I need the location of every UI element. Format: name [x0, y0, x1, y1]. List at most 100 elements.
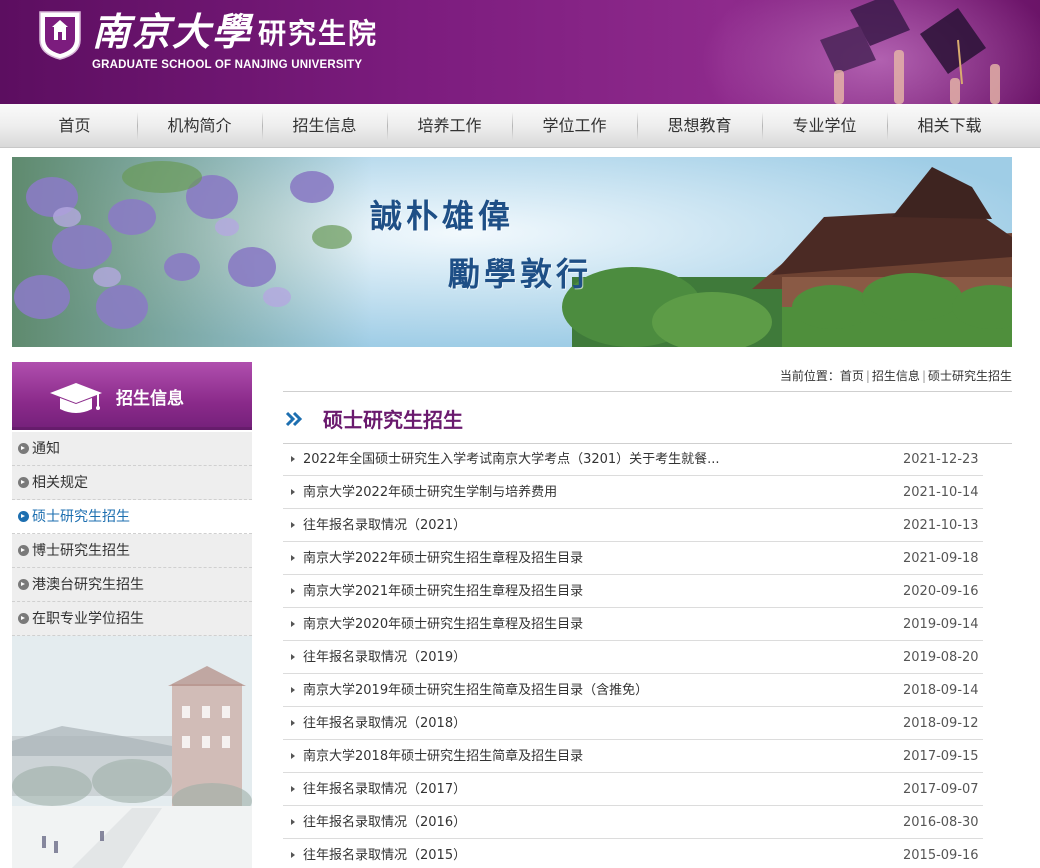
list-item[interactable]: 往年报名录取情况（2015） 2015-09-16: [283, 839, 983, 868]
section-header: 硕士研究生招生: [283, 400, 1012, 444]
university-seal-icon[interactable]: [38, 10, 82, 60]
news-date: 2017-09-07: [903, 782, 979, 797]
breadcrumb-separator: |: [865, 369, 870, 383]
list-item[interactable]: 2022年全国硕士研究生入学考试南京大学考点（3201）关于考生就餐... 202…: [283, 443, 983, 476]
breadcrumb-current[interactable]: 硕士研究生招生: [928, 369, 1012, 383]
sidebar-campus-photo: [12, 636, 252, 868]
nav-item-degree[interactable]: 学位工作: [512, 104, 637, 148]
nav-item-ideology[interactable]: 思想教育: [637, 104, 762, 148]
news-title[interactable]: 往年报名录取情况（2017）: [303, 773, 466, 806]
news-date: 2021-12-23: [903, 452, 979, 467]
triangle-bullet-icon: [291, 621, 295, 627]
nav-item-about[interactable]: 机构简介: [137, 104, 262, 148]
news-date: 2020-09-16: [903, 584, 979, 599]
sidebar-item-hk-macao-taiwan[interactable]: 港澳台研究生招生: [12, 568, 252, 602]
news-title[interactable]: 南京大学2021年硕士研究生招生章程及招生目录: [303, 575, 583, 608]
sidebar-item-regulations[interactable]: 相关规定: [12, 466, 252, 500]
news-date: 2017-09-15: [903, 749, 979, 764]
list-item[interactable]: 往年报名录取情况（2016） 2016-08-30: [283, 806, 983, 839]
triangle-bullet-icon: [291, 654, 295, 660]
nav-item-training[interactable]: 培养工作: [387, 104, 512, 148]
arrow-bullet-icon: [18, 511, 29, 522]
news-list: 2022年全国硕士研究生入学考试南京大学考点（3201）关于考生就餐... 202…: [283, 443, 983, 868]
nav-item-admissions[interactable]: 招生信息: [262, 104, 387, 148]
main-nav: 首页 机构简介 招生信息 培养工作 学位工作 思想教育 专业学位 相关下载: [0, 104, 1040, 148]
breadcrumb-home[interactable]: 首页: [840, 369, 864, 383]
triangle-bullet-icon: [291, 720, 295, 726]
nav-item-downloads[interactable]: 相关下载: [887, 104, 1012, 148]
list-item[interactable]: 南京大学2018年硕士研究生招生简章及招生目录 2017-09-15: [283, 740, 983, 773]
arrow-bullet-icon: [18, 579, 29, 590]
list-item[interactable]: 南京大学2019年硕士研究生招生简章及招生目录（含推免） 2018-09-14: [283, 674, 983, 707]
sidebar-item-masters[interactable]: 硕士研究生招生: [12, 500, 252, 534]
breadcrumb: 当前位置：首页 | 招生信息 | 硕士研究生招生: [283, 366, 1012, 392]
sidebar-header: 招生信息: [12, 362, 252, 430]
triangle-bullet-icon: [291, 555, 295, 561]
news-title[interactable]: 2022年全国硕士研究生入学考试南京大学考点（3201）关于考生就餐...: [303, 443, 720, 476]
news-title[interactable]: 南京大学2019年硕士研究生招生简章及招生目录（含推免）: [303, 674, 648, 707]
list-item[interactable]: 南京大学2022年硕士研究生招生章程及招生目录 2021-09-18: [283, 542, 983, 575]
sidebar-item-label: 相关规定: [32, 475, 88, 491]
triangle-bullet-icon: [291, 522, 295, 528]
double-chevron-right-icon: [285, 411, 303, 427]
banner-motto-line1: 誠朴雄偉: [370, 197, 515, 235]
news-date: 2021-09-18: [903, 551, 979, 566]
news-date: 2019-08-20: [903, 650, 979, 665]
sidebar-item-notices[interactable]: 通知: [12, 432, 252, 466]
sidebar-item-label: 通知: [32, 441, 60, 457]
graduation-cap-icon: [50, 383, 102, 413]
news-date: 2018-09-12: [903, 716, 979, 731]
sidebar-item-doctoral[interactable]: 博士研究生招生: [12, 534, 252, 568]
list-item[interactable]: 往年报名录取情况（2017） 2017-09-07: [283, 773, 983, 806]
news-title[interactable]: 往年报名录取情况（2018）: [303, 707, 466, 740]
news-title[interactable]: 往年报名录取情况（2021）: [303, 509, 466, 542]
news-title[interactable]: 往年报名录取情况（2016）: [303, 806, 466, 839]
snow-campus-scene: [12, 636, 252, 868]
breadcrumb-admissions[interactable]: 招生信息: [872, 369, 920, 383]
sidebar-item-part-time[interactable]: 在职专业学位招生: [12, 602, 252, 636]
sidebar-title: 招生信息: [116, 389, 184, 409]
news-date: 2019-09-14: [903, 617, 979, 632]
list-item[interactable]: 南京大学2022年硕士研究生学制与培养费用 2021-10-14: [283, 476, 983, 509]
breadcrumb-separator: |: [921, 369, 926, 383]
news-title[interactable]: 南京大学2022年硕士研究生招生章程及招生目录: [303, 542, 583, 575]
nav-item-home[interactable]: 首页: [12, 104, 137, 148]
list-item[interactable]: 南京大学2021年硕士研究生招生章程及招生目录 2020-09-16: [283, 575, 983, 608]
triangle-bullet-icon: [291, 687, 295, 693]
arrow-bullet-icon: [18, 443, 29, 454]
university-name-cn: 南京大學: [92, 9, 253, 54]
news-title[interactable]: 往年报名录取情况（2015）: [303, 839, 466, 868]
list-item[interactable]: 往年报名录取情况（2021） 2021-10-13: [283, 509, 983, 542]
news-title[interactable]: 往年报名录取情况（2019）: [303, 641, 466, 674]
news-date: 2018-09-14: [903, 683, 979, 698]
sidebar-item-label: 港澳台研究生招生: [32, 577, 144, 593]
campus-banner: 誠朴雄偉 勵學敦行: [12, 157, 1012, 347]
list-item[interactable]: 南京大学2020年硕士研究生招生章程及招生目录 2019-09-14: [283, 608, 983, 641]
nav-bar: 首页 机构简介 招生信息 培养工作 学位工作 思想教育 专业学位 相关下载: [12, 104, 1012, 148]
arrow-bullet-icon: [18, 545, 29, 556]
triangle-bullet-icon: [291, 753, 295, 759]
news-title[interactable]: 南京大学2020年硕士研究生招生章程及招生目录: [303, 608, 583, 641]
triangle-bullet-icon: [291, 456, 295, 462]
triangle-bullet-icon: [291, 786, 295, 792]
sidebar-menu: 通知 相关规定 硕士研究生招生 博士研究生招生 港澳台研究生招生 在职专业学位招…: [12, 432, 252, 636]
page-title: 硕士研究生招生: [323, 408, 463, 432]
news-title[interactable]: 南京大学2022年硕士研究生学制与培养费用: [303, 476, 557, 509]
school-name-en: GRADUATE SCHOOL OF NANJING UNIVERSITY: [92, 59, 363, 71]
news-title[interactable]: 南京大学2018年硕士研究生招生简章及招生目录: [303, 740, 583, 773]
sidebar-item-label: 博士研究生招生: [32, 543, 130, 559]
triangle-bullet-icon: [291, 489, 295, 495]
triangle-bullet-icon: [291, 852, 295, 858]
banner-motto-line2: 勵學敦行: [448, 255, 593, 293]
nav-item-professional-degree[interactable]: 专业学位: [762, 104, 887, 148]
list-item[interactable]: 往年报名录取情况（2018） 2018-09-12: [283, 707, 983, 740]
sidebar-item-label: 在职专业学位招生: [32, 611, 144, 627]
news-date: 2015-09-16: [903, 848, 979, 863]
list-item[interactable]: 往年报名录取情况（2019） 2019-08-20: [283, 641, 983, 674]
graduation-caps-decoration: [820, 0, 1000, 104]
sidebar-item-label: 硕士研究生招生: [32, 509, 130, 525]
arrow-bullet-icon: [18, 477, 29, 488]
news-date: 2021-10-14: [903, 485, 979, 500]
site-header: 南京大學 研究生院 GRADUATE SCHOOL OF NANJING UNI…: [0, 0, 1040, 104]
triangle-bullet-icon: [291, 819, 295, 825]
